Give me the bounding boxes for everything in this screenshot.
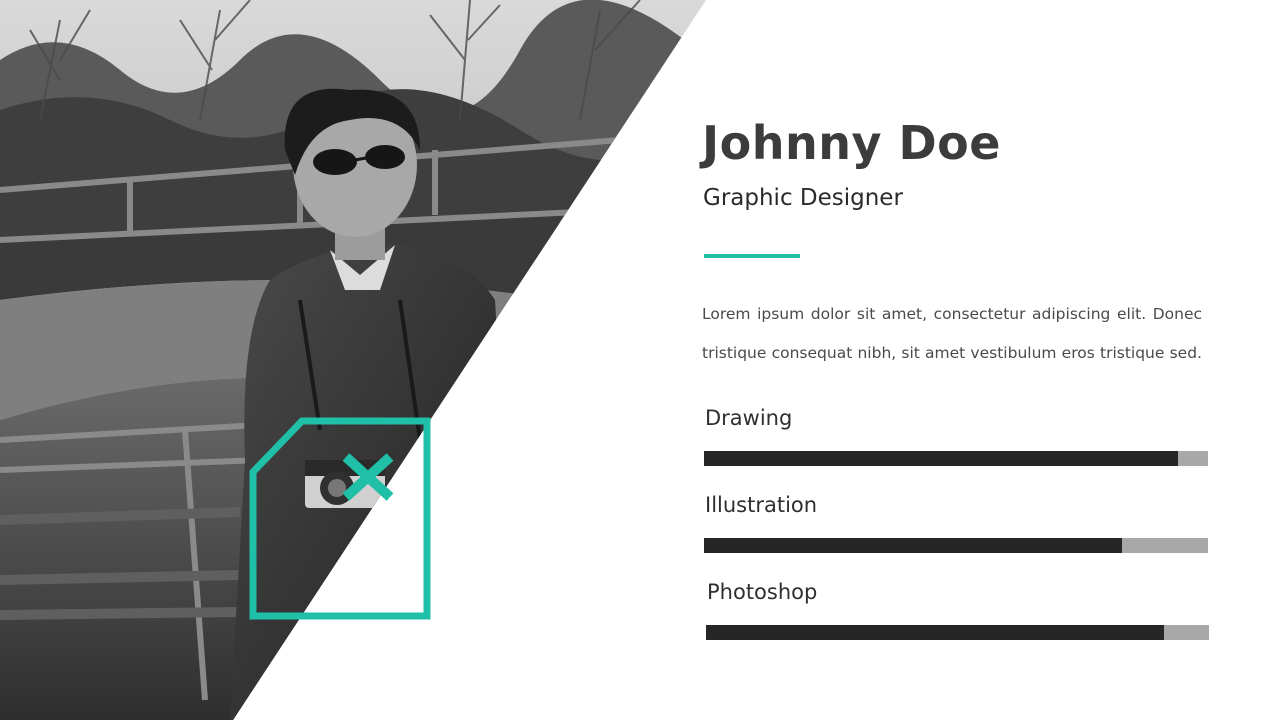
skill-bar-illustration — [704, 538, 1208, 553]
profile-name: Johnny Doe — [702, 116, 1001, 170]
description-line: tristique consequat nibh, sit amet vesti… — [702, 344, 1202, 362]
skill-bar-fill — [704, 538, 1123, 553]
profile-description: Lorem ipsum dolor sit amet, consectetur … — [702, 295, 1202, 373]
skill-label-drawing: Drawing — [705, 406, 793, 430]
skill-bar-fill — [704, 451, 1178, 466]
skill-bar-photoshop — [706, 625, 1209, 640]
accent-divider — [704, 254, 800, 258]
description-line: Lorem ipsum dolor sit amet, consectetur … — [702, 305, 1202, 323]
skill-label-illustration: Illustration — [705, 493, 818, 517]
skill-label-photoshop: Photoshop — [707, 580, 818, 604]
skill-bar-fill — [706, 625, 1164, 640]
accent-frame — [240, 410, 440, 630]
profile-role: Graphic Designer — [703, 185, 903, 211]
skill-bar-drawing — [704, 451, 1208, 466]
close-x-icon — [342, 453, 394, 501]
